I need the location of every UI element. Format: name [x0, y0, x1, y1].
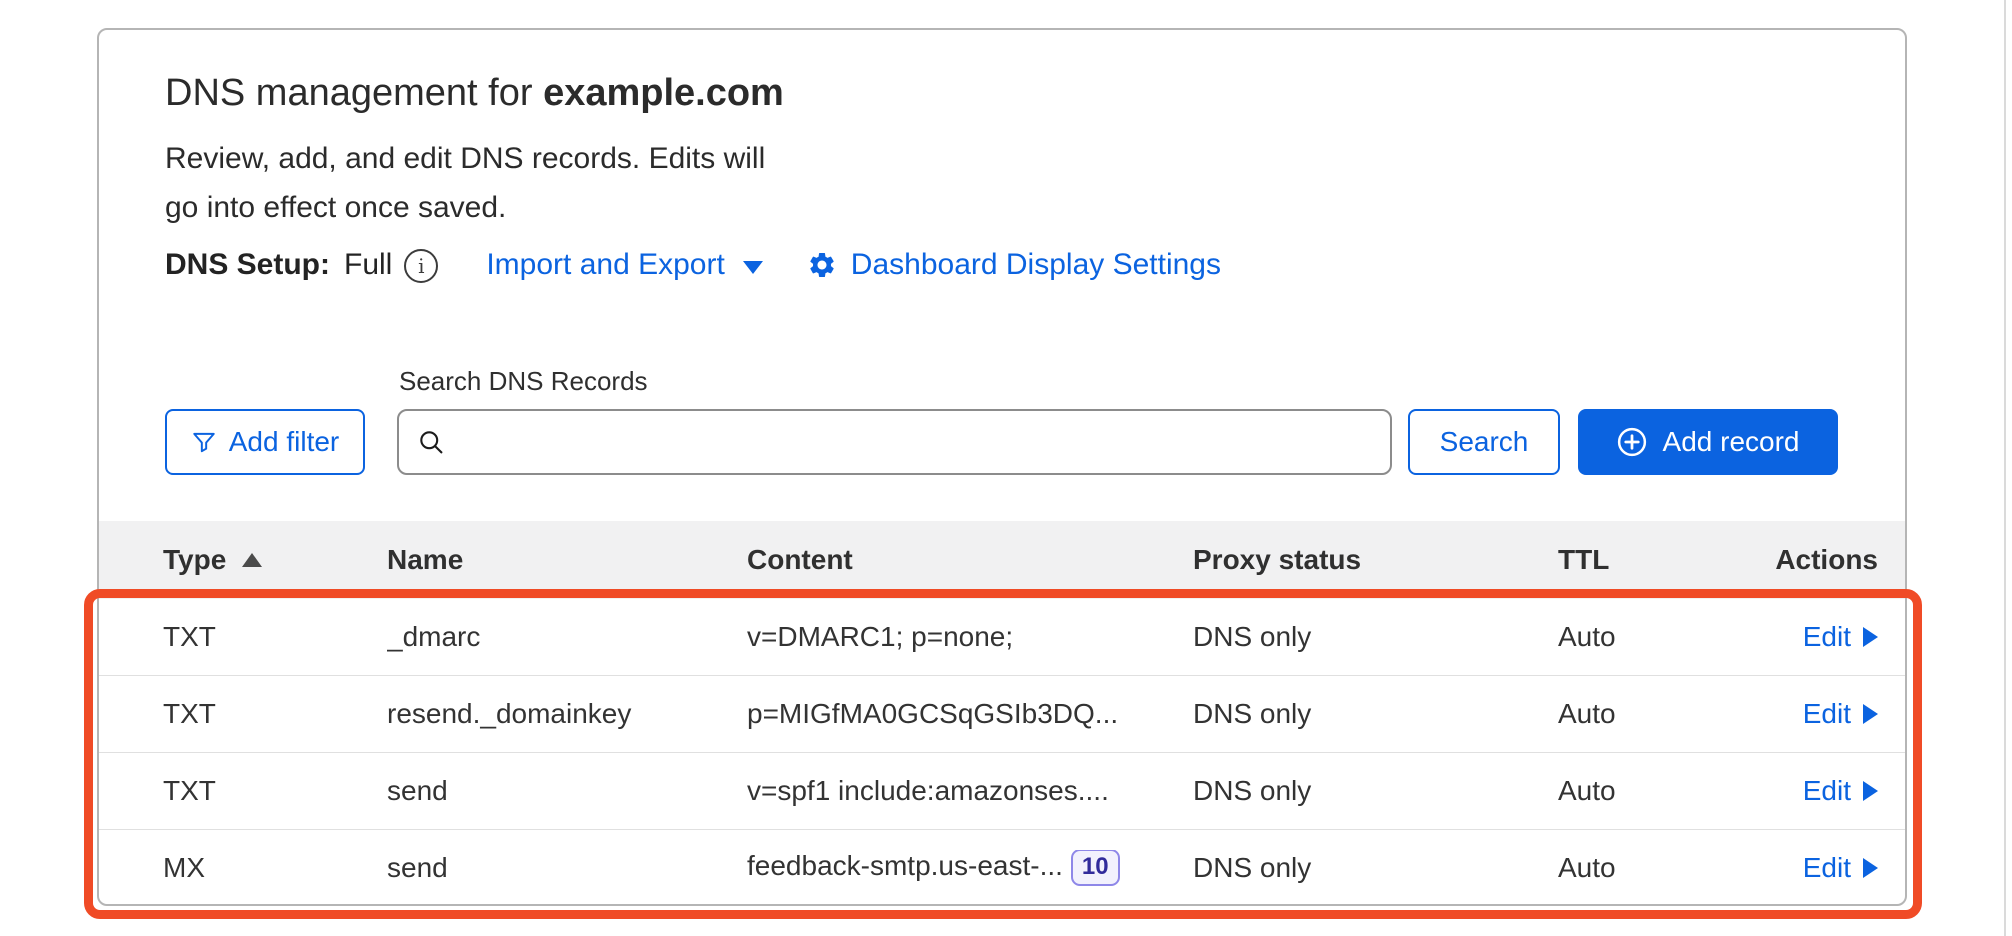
- record-content-text: v=DMARC1; p=none;: [747, 621, 1013, 652]
- edit-record-link[interactable]: Edit: [1803, 852, 1878, 884]
- record-ttl-cell: Auto: [1558, 621, 1758, 653]
- toolbar-row: Add filter Search Add record: [165, 409, 1841, 475]
- record-content-cell: v=spf1 include:amazonses....: [747, 775, 1193, 807]
- record-actions-cell: Edit: [1758, 775, 1878, 807]
- column-header-actions: Actions: [1758, 544, 1878, 576]
- dns-records-table: Type Name Content Proxy status TTL Actio…: [99, 521, 1905, 906]
- record-name-cell: _dmarc: [387, 621, 747, 653]
- sort-asc-icon: [242, 553, 262, 567]
- page-subtitle: Review, add, and edit DNS records. Edits…: [165, 134, 1841, 232]
- record-content-text: p=MIGfMA0GCSqGSIb3DQ...: [747, 698, 1118, 729]
- record-name-cell: send: [387, 852, 747, 884]
- chevron-right-icon: [1863, 704, 1878, 724]
- column-header-type[interactable]: Type: [163, 544, 387, 576]
- chevron-right-icon: [1863, 858, 1878, 878]
- dns-setup-row: DNS Setup: Full i Import and Export Dash…: [165, 248, 1841, 282]
- info-icon[interactable]: i: [404, 249, 438, 283]
- dns-setup-label: DNS Setup:: [165, 248, 330, 282]
- table-row: TXT resend._domainkey p=MIGfMA0GCSqGSIb3…: [99, 675, 1905, 752]
- search-button-label: Search: [1440, 426, 1529, 458]
- table-row: TXT send v=spf1 include:amazonses.... DN…: [99, 752, 1905, 829]
- page-title-prefix: DNS management for: [165, 72, 543, 114]
- page-title: DNS management for example.com: [165, 70, 1841, 116]
- edit-label: Edit: [1803, 698, 1851, 730]
- record-type-cell: TXT: [163, 698, 387, 730]
- subtitle-line-1: Review, add, and edit DNS records. Edits…: [165, 134, 1841, 183]
- table-header-row: Type Name Content Proxy status TTL Actio…: [99, 521, 1905, 599]
- column-header-content: Content: [747, 544, 1193, 576]
- column-header-proxy-status: Proxy status: [1193, 544, 1558, 576]
- priority-badge: 10: [1071, 850, 1120, 886]
- search-dns-records-label: Search DNS Records: [399, 366, 1841, 397]
- dns-setup-value: Full: [344, 248, 392, 282]
- record-actions-cell: Edit: [1758, 698, 1878, 730]
- import-export-link[interactable]: Import and Export: [486, 248, 762, 282]
- record-actions-cell: Edit: [1758, 852, 1878, 884]
- edit-label: Edit: [1803, 621, 1851, 653]
- record-name-cell: resend._domainkey: [387, 698, 747, 730]
- record-ttl-cell: Auto: [1558, 852, 1758, 884]
- record-type-cell: TXT: [163, 621, 387, 653]
- record-content-cell: v=DMARC1; p=none;: [747, 621, 1193, 653]
- record-proxy-status-cell: DNS only: [1193, 775, 1558, 807]
- record-name-cell: send: [387, 775, 747, 807]
- dns-management-card: DNS management for example.com Review, a…: [97, 28, 1907, 906]
- record-type-cell: TXT: [163, 775, 387, 807]
- chevron-right-icon: [1863, 781, 1878, 801]
- table-row: TXT _dmarc v=DMARC1; p=none; DNS only Au…: [99, 599, 1905, 675]
- edit-record-link[interactable]: Edit: [1803, 775, 1878, 807]
- record-proxy-status-cell: DNS only: [1193, 852, 1558, 884]
- subtitle-line-2: go into effect once saved.: [165, 183, 1841, 232]
- record-content-cell: p=MIGfMA0GCSqGSIb3DQ...: [747, 698, 1193, 730]
- edit-record-link[interactable]: Edit: [1803, 698, 1878, 730]
- plus-circle-icon: [1617, 427, 1647, 457]
- record-actions-cell: Edit: [1758, 621, 1878, 653]
- dashboard-display-settings-link[interactable]: Dashboard Display Settings: [807, 248, 1221, 282]
- edit-record-link[interactable]: Edit: [1803, 621, 1878, 653]
- edit-label: Edit: [1803, 852, 1851, 884]
- record-content-text: v=spf1 include:amazonses....: [747, 775, 1109, 806]
- edit-label: Edit: [1803, 775, 1851, 807]
- record-proxy-status-cell: DNS only: [1193, 698, 1558, 730]
- record-ttl-cell: Auto: [1558, 698, 1758, 730]
- record-type-cell: MX: [163, 852, 387, 884]
- add-filter-button[interactable]: Add filter: [165, 409, 365, 475]
- filter-funnel-icon: [191, 429, 217, 455]
- import-export-label: Import and Export: [486, 248, 724, 282]
- chevron-right-icon: [1863, 627, 1878, 647]
- gear-icon: [807, 250, 837, 280]
- column-header-name: Name: [387, 544, 747, 576]
- add-record-label: Add record: [1663, 426, 1800, 458]
- record-content-text: feedback-smtp.us-east-...: [747, 850, 1063, 881]
- search-box: [397, 409, 1392, 475]
- search-button[interactable]: Search: [1408, 409, 1560, 475]
- record-proxy-status-cell: DNS only: [1193, 621, 1558, 653]
- viewport-edge-line: [2004, 0, 2006, 936]
- domain-name: example.com: [543, 72, 784, 114]
- card-header-section: DNS management for example.com Review, a…: [99, 30, 1905, 475]
- column-header-type-label: Type: [163, 544, 226, 576]
- record-content-cell: feedback-smtp.us-east-... 10: [747, 850, 1193, 887]
- chevron-down-icon: [743, 261, 763, 274]
- search-input[interactable]: [397, 409, 1392, 475]
- dns-table-body: TXT _dmarc v=DMARC1; p=none; DNS only Au…: [99, 599, 1905, 906]
- add-filter-label: Add filter: [229, 426, 340, 458]
- dashboard-display-settings-label: Dashboard Display Settings: [851, 248, 1221, 282]
- record-ttl-cell: Auto: [1558, 775, 1758, 807]
- table-row: MX send feedback-smtp.us-east-... 10 DNS …: [99, 829, 1905, 906]
- column-header-ttl: TTL: [1558, 544, 1758, 576]
- add-record-button[interactable]: Add record: [1578, 409, 1838, 475]
